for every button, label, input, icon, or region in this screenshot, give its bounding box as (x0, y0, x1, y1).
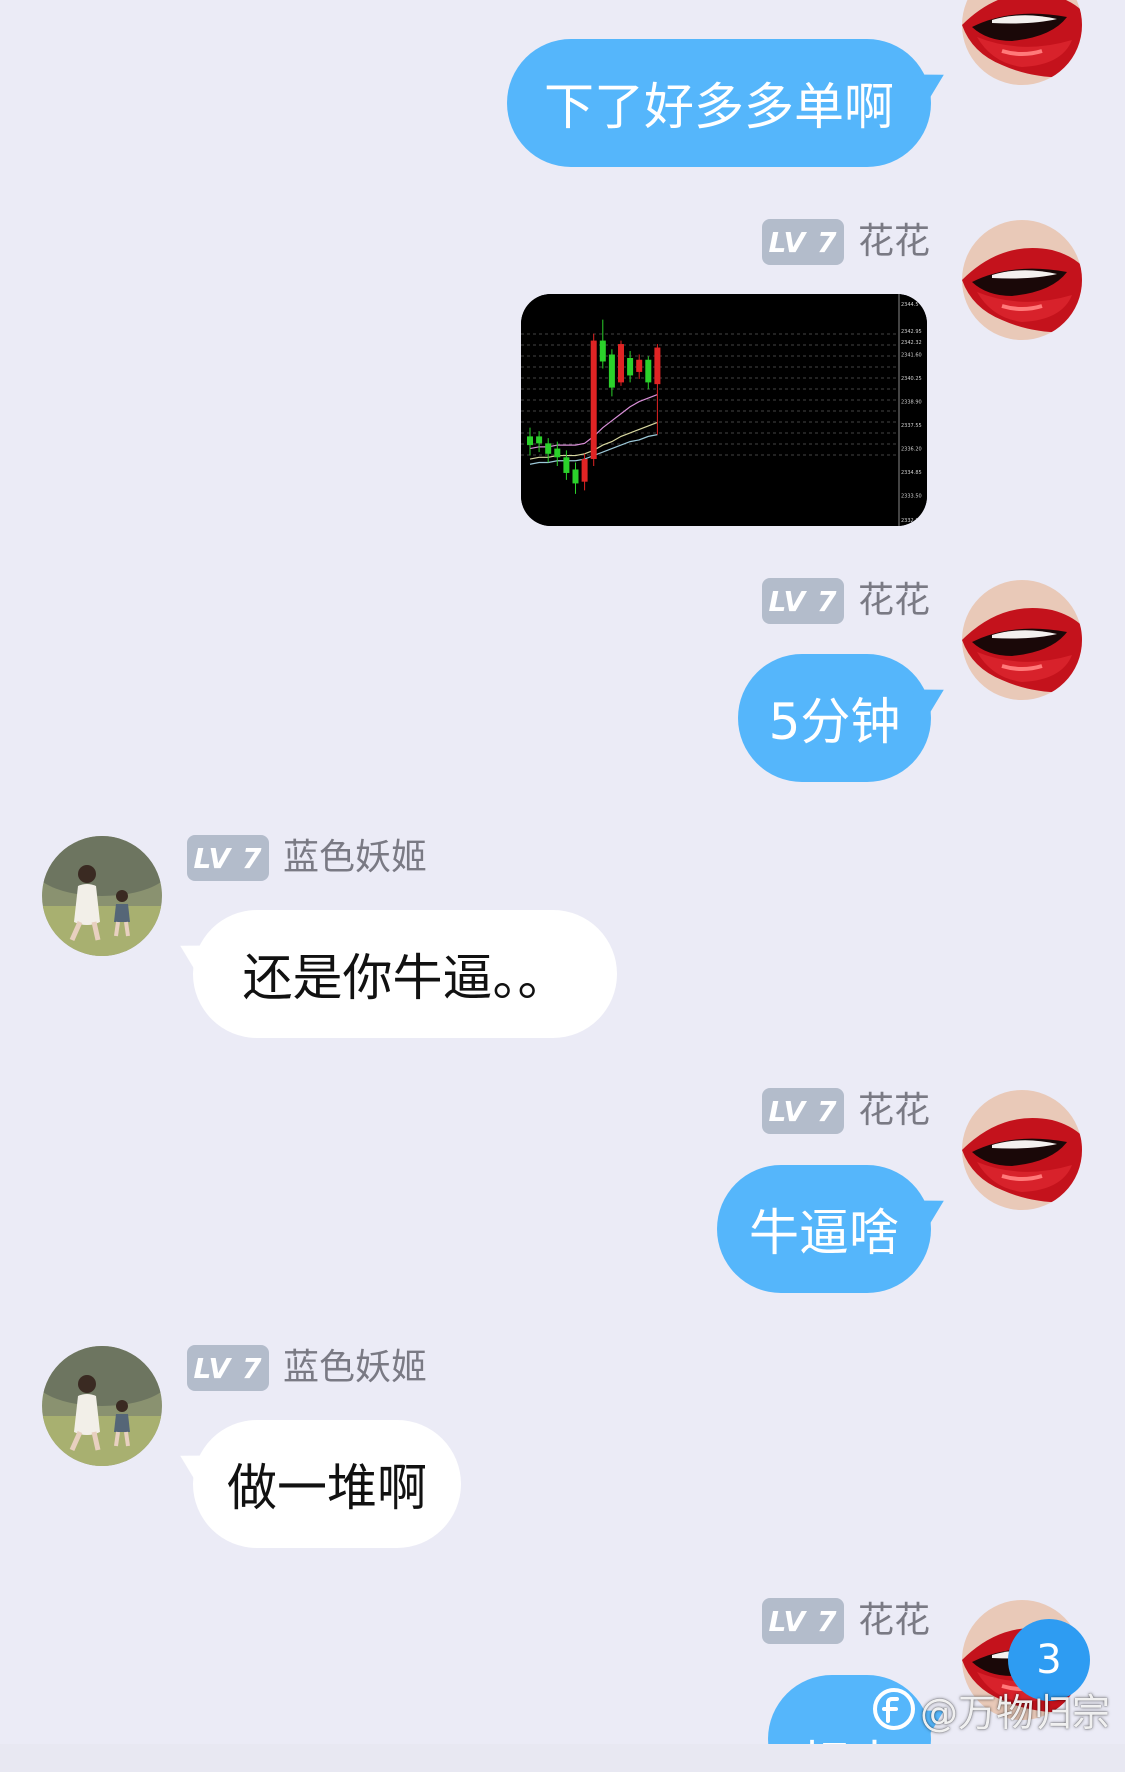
message-text: 5分钟 (768, 693, 901, 751)
avatar-huahua[interactable] (962, 0, 1082, 85)
y-tick-label: 2336.20 (901, 447, 922, 453)
candle-body (636, 359, 643, 372)
candle-body (581, 459, 588, 482)
sender-nickname[interactable]: 蓝色妖姬 (283, 834, 427, 882)
message-text: 还是你牛逼。。 (242, 949, 568, 1007)
unread-count: 3 (1036, 1637, 1062, 1683)
sender-meta: LV 7 花花 (762, 218, 930, 266)
y-tick-label: 2333.50 (901, 494, 922, 500)
watermark: @万物归宗 (872, 1682, 1110, 1736)
bottom-edge (0, 1744, 1125, 1772)
lips-avatar-image (962, 1090, 1082, 1210)
outgoing-message-bubble[interactable]: 5分钟 (738, 654, 931, 782)
watermark-logo-icon (873, 1688, 915, 1730)
sender-meta: LV 7 蓝色妖姬 (187, 834, 427, 882)
candle-body (572, 469, 579, 484)
y-tick-label: 2340.25 (901, 376, 922, 382)
outgoing-message-bubble[interactable]: 牛逼啥 (717, 1165, 931, 1293)
y-tick-label: 2342.32 (901, 340, 922, 346)
avatar-huahua[interactable] (962, 220, 1082, 340)
sender-meta: LV 7 花花 (762, 1597, 930, 1645)
sender-meta: LV 7 花花 (762, 577, 930, 625)
candle-body (599, 340, 606, 362)
avatar-lanseyaoji[interactable] (42, 836, 162, 956)
level-badge: LV 7 (762, 219, 844, 265)
candle-body (563, 457, 570, 473)
level-badge: LV 7 (187, 835, 269, 881)
y-tick-label: 2337.55 (901, 423, 922, 429)
candle-body (618, 344, 624, 383)
chart-image-message[interactable]: 2344.5 2342.95 2342.32 2341.60 2340.25 2338.9… (521, 294, 927, 526)
level-badge: LV 7 (187, 1345, 269, 1391)
sender-nickname[interactable]: 花花 (858, 577, 930, 625)
level-badge: LV 7 (762, 578, 844, 624)
message-text: 做一堆啊 (227, 1459, 427, 1517)
candle-body (545, 443, 552, 454)
lips-avatar-image (962, 580, 1082, 700)
candle-body (645, 359, 652, 383)
outgoing-message-bubble[interactable]: 下了好多多单啊 (507, 39, 931, 167)
sender-nickname[interactable]: 花花 (858, 218, 930, 266)
level-badge: LV 7 (762, 1598, 844, 1644)
candlestick-chart: 2344.5 2342.95 2342.32 2341.60 2340.25 2338.9… (521, 294, 927, 526)
y-tick-label: 2344.5 (901, 302, 919, 308)
sender-meta: LV 7 蓝色妖姬 (187, 1344, 427, 1392)
y-tick-label: 2334.85 (901, 470, 922, 476)
avatar-huahua[interactable] (962, 1090, 1082, 1210)
candle-body (654, 347, 661, 385)
candle-body (590, 340, 597, 460)
avatar-lanseyaoji[interactable] (42, 1346, 162, 1466)
incoming-message-bubble[interactable]: 做一堆啊 (193, 1420, 461, 1548)
candle-body (608, 354, 615, 388)
candle-body (627, 358, 634, 376)
candle-body (527, 436, 533, 446)
level-badge: LV 7 (762, 1088, 844, 1134)
avatar-huahua[interactable] (962, 580, 1082, 700)
y-tick-label: 2332.1 (901, 518, 919, 524)
incoming-message-bubble[interactable]: 还是你牛逼。。 (193, 910, 617, 1038)
candle-body (536, 436, 543, 444)
sender-meta: LV 7 花花 (762, 1087, 930, 1135)
girls-avatar-image (42, 1346, 162, 1466)
girls-avatar-image (42, 836, 162, 956)
message-text: 下了好多多单啊 (544, 78, 894, 136)
lips-avatar-image (962, 0, 1082, 85)
sender-nickname[interactable]: 花花 (858, 1597, 930, 1645)
y-tick-label: 2342.95 (901, 329, 922, 335)
message-text: 牛逼啥 (749, 1204, 899, 1262)
y-tick-label: 2341.60 (901, 353, 922, 359)
chat-message-list[interactable]: 下了好多多单啊 LV 7 花花 2344.5 2342.95 2342.32 2341… (0, 0, 1125, 1772)
candle-body (554, 448, 561, 458)
sender-nickname[interactable]: 蓝色妖姬 (283, 1344, 427, 1392)
y-tick-label: 2338.90 (901, 400, 922, 406)
sender-nickname[interactable]: 花花 (858, 1087, 930, 1135)
lips-avatar-image (962, 220, 1082, 340)
watermark-text: @万物归宗 (920, 1690, 1111, 1735)
